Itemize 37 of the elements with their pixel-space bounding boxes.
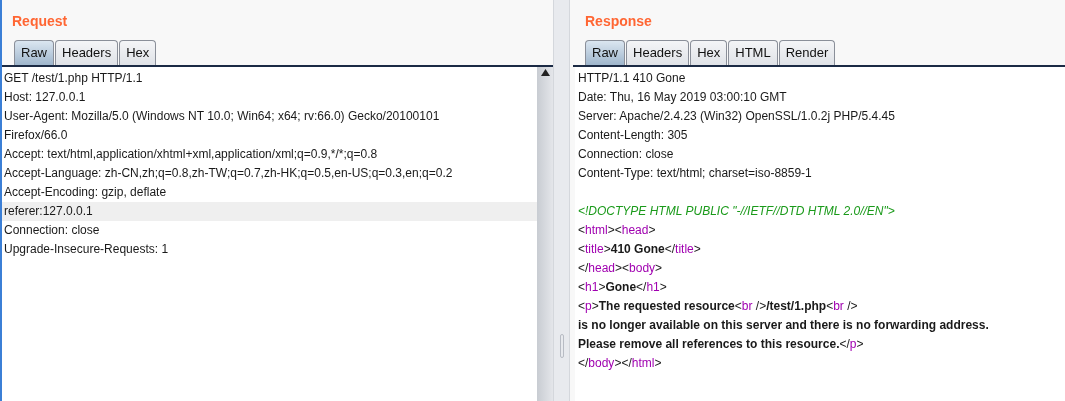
panel-title: Request bbox=[11, 12, 69, 31]
tab[interactable]: Raw bbox=[585, 40, 625, 65]
request-line: User-Agent: Mozilla/5.0 (Windows NT 10.0; Win64; x64; rv:66.0) Gecko/20100101 bbox=[3, 108, 441, 125]
splitter-handle[interactable] bbox=[559, 333, 564, 358]
response-line: <h1>Gone</h1> bbox=[577, 279, 668, 296]
scroll-up-icon bbox=[540, 69, 550, 76]
scrollbar[interactable] bbox=[537, 67, 553, 401]
response-line: </body></html> bbox=[577, 355, 663, 372]
response-line: Content-Type: text/html; charset=iso-8859-1 bbox=[577, 165, 813, 182]
tab[interactable]: Render bbox=[778, 40, 836, 65]
request-line: Accept-Language: zh-CN,zh;q=0.8,zh-TW;q=0.7,zh-HK;q=0.5,en-US;q=0.3,en;q=0.2 bbox=[3, 165, 454, 182]
request-line: Accept: text/html,application/xhtml+xml,application/xml;q=0.9,*/*;q=0.8 bbox=[3, 146, 379, 163]
tab[interactable]: Raw bbox=[14, 40, 54, 65]
tab[interactable]: Headers bbox=[626, 40, 690, 65]
response-line: Please remove all references to this resource.</p> bbox=[577, 336, 865, 353]
response-line: Date: Thu, 16 May 2019 03:00:10 GMT bbox=[577, 89, 788, 106]
tab[interactable]: Hex bbox=[690, 40, 728, 65]
response-line: <title>410 Gone</title> bbox=[577, 241, 702, 258]
response-line: is no longer available on this server and there is no forwarding address. bbox=[577, 317, 990, 334]
request-line: Connection: close bbox=[3, 222, 101, 239]
response-line: HTTP/1.1 410 Gone bbox=[577, 70, 687, 87]
tab[interactable]: HTML bbox=[728, 40, 778, 65]
request-line: Upgrade-Insecure-Requests: 1 bbox=[3, 241, 170, 258]
request-line: Firefox/66.0 bbox=[3, 127, 69, 144]
response-line: Connection: close bbox=[577, 146, 675, 163]
response-line: <html><head> bbox=[577, 222, 657, 239]
response-line: <p>The requested resource<br />/test/1.php<br /> bbox=[577, 298, 859, 315]
response-line: <!DOCTYPE HTML PUBLIC "-//IETF//DTD HTML 2.0//EN"> bbox=[577, 203, 896, 220]
tab[interactable]: Hex bbox=[119, 40, 157, 65]
response-line: Server: Apache/2.4.23 (Win32) OpenSSL/1.0.2j PHP/5.4.45 bbox=[577, 108, 896, 125]
request-line: GET /test/1.php HTTP/1.1 bbox=[3, 70, 144, 87]
response-line: </head><body> bbox=[577, 260, 664, 277]
tab[interactable]: Headers bbox=[55, 40, 119, 65]
request-line: Host: 127.0.0.1 bbox=[3, 89, 87, 106]
panel-title: Response bbox=[584, 12, 653, 31]
request-line: Accept-Encoding: gzip, deflate bbox=[3, 184, 168, 201]
response-line: Content-Length: 305 bbox=[577, 127, 689, 144]
